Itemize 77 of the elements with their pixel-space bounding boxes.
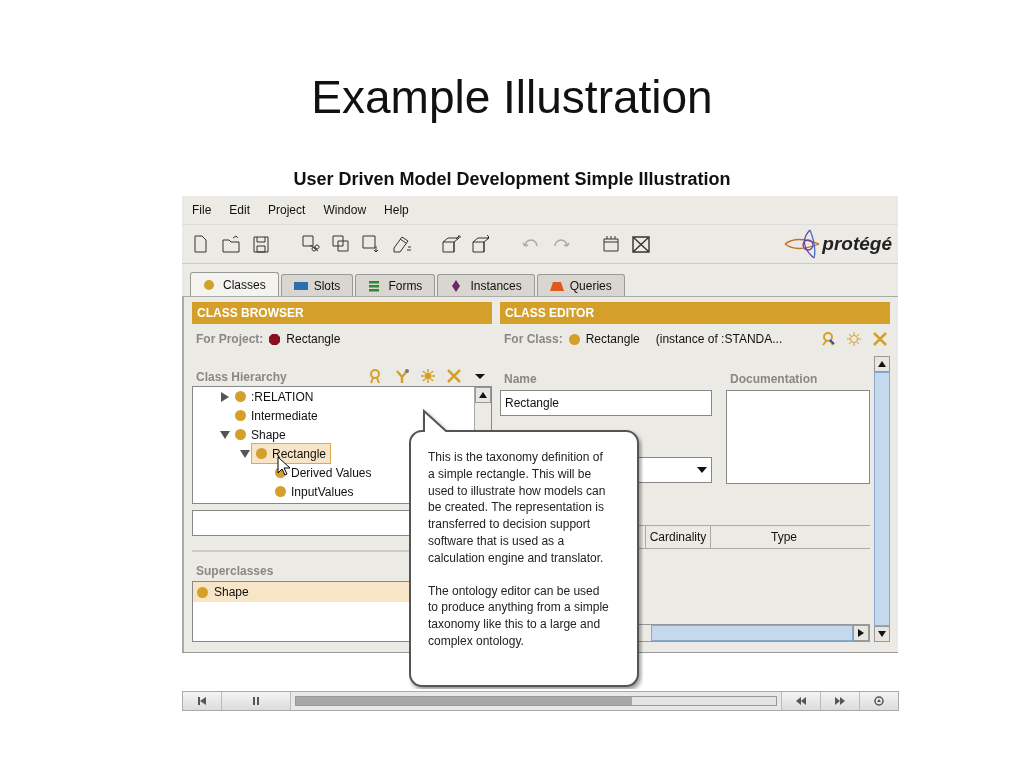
menu-item[interactable]: Project — [268, 203, 306, 217]
column-header[interactable]: Type — [710, 526, 857, 548]
skip-back-button[interactable] — [183, 692, 222, 710]
scroll-up-icon[interactable] — [479, 392, 487, 398]
pause-button[interactable] — [222, 692, 291, 710]
field-label: For Class: — [504, 332, 563, 346]
branch-icon[interactable] — [394, 368, 410, 384]
menu-item[interactable]: Window — [323, 203, 367, 217]
expanded-triangle-icon[interactable] — [240, 448, 250, 459]
scroll-down-icon[interactable] — [878, 631, 886, 637]
section-label: Superclasses — [196, 564, 274, 578]
section-label: Class Hierarchy — [196, 370, 287, 384]
class-name: Shape — [214, 585, 249, 599]
class-name: :RELATION — [251, 389, 314, 404]
class-dot-icon — [235, 410, 246, 421]
copy-icon[interactable] — [330, 233, 352, 255]
open-folder-icon[interactable] — [220, 233, 242, 255]
class-name: Rectangle — [585, 332, 640, 346]
delete-frame-icon[interactable] — [630, 233, 652, 255]
menu-item[interactable]: Edit — [229, 203, 251, 217]
trapezoid-icon — [549, 279, 564, 292]
tree-item[interactable]: :RELATION — [231, 387, 318, 406]
skip-back-icon — [198, 697, 206, 705]
class-name: InputValues — [291, 484, 354, 499]
rectangle-icon — [293, 279, 308, 292]
collapsed-triangle-icon[interactable] — [220, 391, 230, 402]
class-dot-icon — [568, 333, 580, 345]
dropdown-triangle-icon — [697, 467, 707, 473]
save-icon[interactable] — [250, 233, 272, 255]
field-label: Name — [504, 372, 537, 386]
class-name: Rectangle — [272, 446, 327, 461]
class-name: Derived Values — [291, 465, 372, 480]
tab[interactable]: Instances — [437, 274, 535, 296]
panel-header: CLASS BROWSER — [192, 302, 492, 324]
logo-icon — [784, 229, 821, 259]
fast-forward-icon — [835, 697, 845, 705]
panel-header: CLASS EDITOR — [500, 302, 890, 324]
tree-item[interactable]: Shape — [231, 425, 290, 444]
project-name: Rectangle — [286, 332, 341, 346]
logo-text: protégé — [822, 233, 892, 255]
column-header[interactable]: Cardinality — [645, 526, 710, 548]
scrollbar[interactable] — [874, 356, 890, 642]
fast-forward-button[interactable] — [821, 692, 860, 710]
class-dot-icon — [235, 391, 246, 402]
menu-item[interactable]: File — [192, 203, 212, 217]
calendar-icon[interactable] — [600, 233, 622, 255]
documentation-field[interactable] — [726, 390, 870, 484]
tree-item[interactable]: Rectangle — [251, 443, 332, 464]
scroll-up-icon[interactable] — [878, 361, 886, 367]
class-dot-icon — [256, 448, 267, 459]
expanded-triangle-icon[interactable] — [220, 429, 230, 440]
tab[interactable]: Classes — [190, 272, 279, 296]
rewind-icon — [796, 697, 806, 705]
menu-item[interactable]: Help — [384, 203, 409, 217]
hexagon-icon — [269, 333, 281, 345]
class-dot-icon — [235, 429, 246, 440]
slide-subtitle: User Driven Model Development Simple Illustration — [293, 168, 731, 190]
class-name: Shape — [251, 427, 286, 442]
tree-item[interactable]: Intermediate — [231, 406, 322, 425]
tab[interactable]: Queries — [536, 274, 625, 296]
rewind-button[interactable] — [782, 692, 821, 710]
tab[interactable]: Slots — [280, 274, 354, 296]
class-dot-icon — [275, 486, 286, 497]
class-dot-icon — [197, 586, 208, 598]
tab[interactable]: Forms — [355, 274, 436, 296]
scroll-right-icon[interactable] — [858, 629, 864, 637]
slide-title: Example Illustration — [311, 70, 713, 125]
settings-button[interactable] — [860, 692, 898, 710]
instance-of-text: (instance of :STANDA... — [655, 332, 783, 346]
circle-icon — [203, 278, 217, 291]
name-field[interactable]: Rectangle — [500, 390, 712, 416]
pause-icon — [252, 697, 260, 705]
field-label: For Project: — [196, 332, 264, 346]
class-name: Intermediate — [251, 408, 318, 423]
field-label: Documentation — [730, 372, 818, 386]
callout-text: This is the taxonomy definition of a simple rectangle. This will be used to illustrate how models can be created. The representation is transferred to decision support software that is used as a calculation engine and translator. — [428, 449, 607, 567]
tree-item[interactable]: InputValues — [271, 482, 358, 501]
